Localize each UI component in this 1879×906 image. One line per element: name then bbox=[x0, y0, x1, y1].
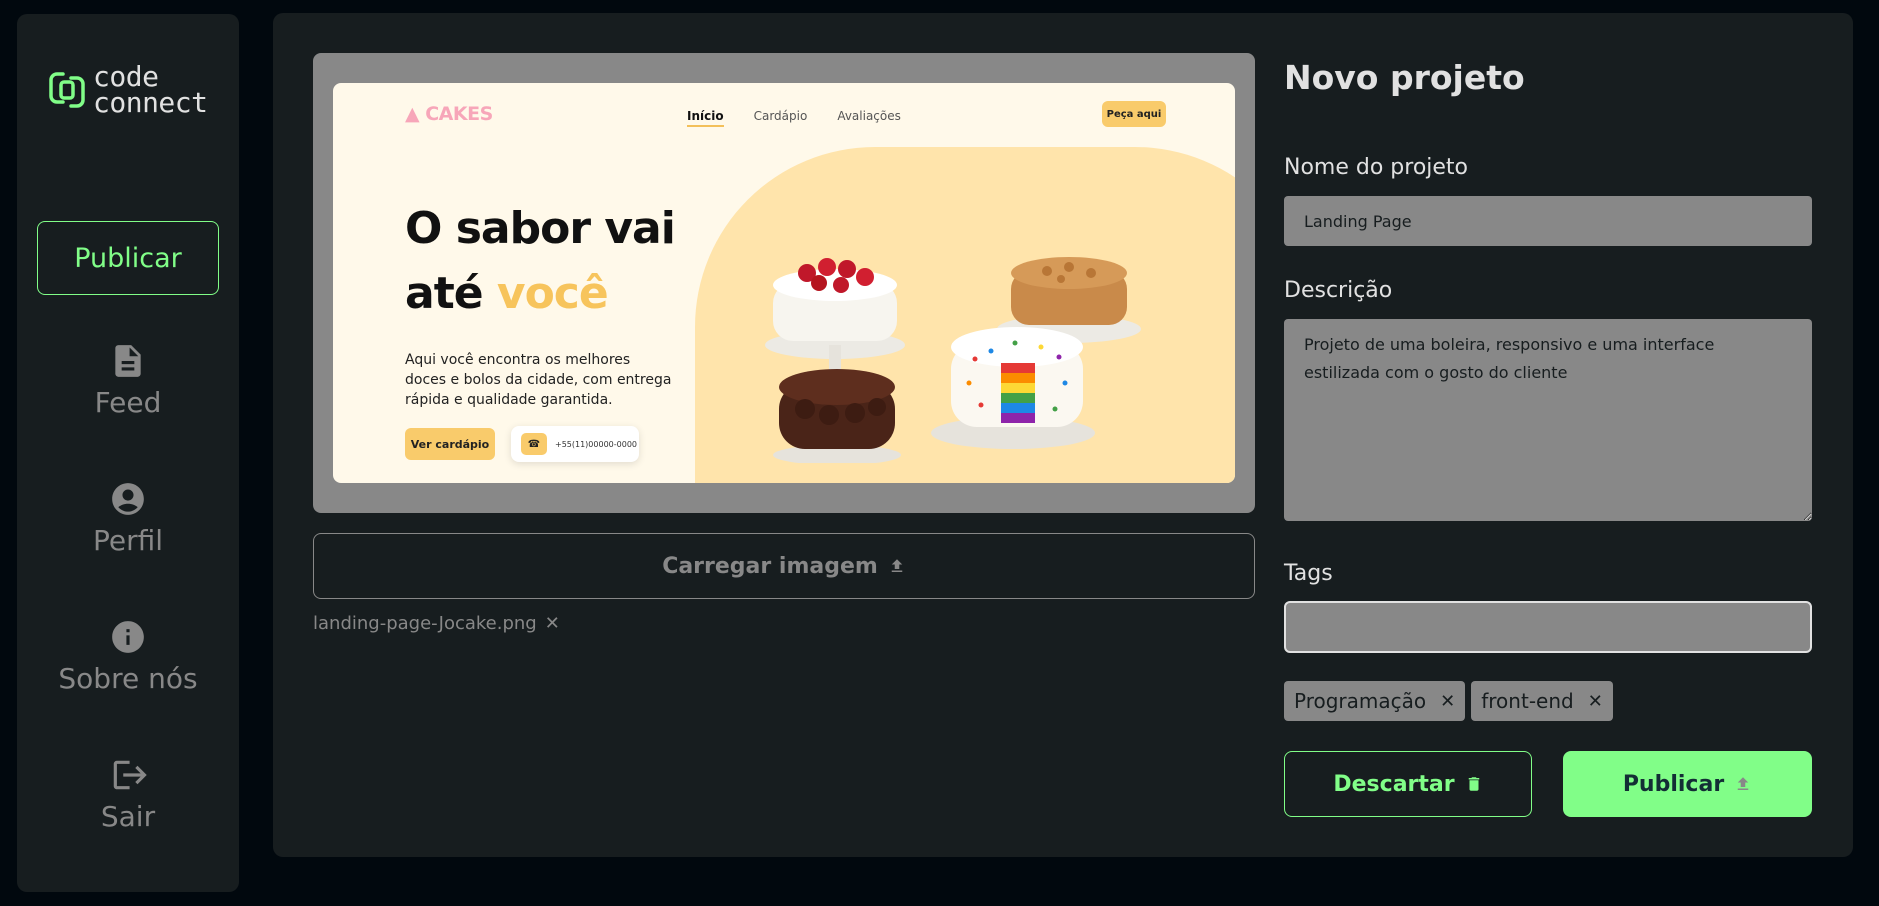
remove-tag-icon[interactable]: ✕ bbox=[1588, 691, 1603, 712]
tag-chip-label: Programação bbox=[1294, 689, 1427, 713]
sidebar: code connect Publicar Feed Perfil Sobre … bbox=[17, 14, 239, 892]
tag-list: Programação ✕ front-end ✕ bbox=[1284, 681, 1613, 721]
project-name-input[interactable] bbox=[1284, 196, 1812, 246]
sidebar-publish-button[interactable]: Publicar bbox=[37, 221, 219, 295]
image-preview: ▲ CAKES Início Cardápio Avaliações Peça … bbox=[313, 53, 1255, 513]
upload-icon bbox=[1737, 777, 1749, 790]
preview-order-button: Peça aqui bbox=[1102, 101, 1166, 127]
sidebar-item-sobre-nos[interactable]: Sobre nós bbox=[17, 618, 239, 695]
upload-image-label: Carregar imagem bbox=[662, 553, 878, 579]
preview-site-logo: ▲ CAKES bbox=[405, 103, 493, 125]
publish-button-label: Publicar bbox=[1622, 771, 1725, 797]
remove-file-icon[interactable]: ✕ bbox=[545, 613, 560, 634]
description-input[interactable]: Projeto de uma boleira, responsivo e uma… bbox=[1284, 319, 1812, 521]
sidebar-item-label: Sobre nós bbox=[58, 662, 198, 695]
tags-input[interactable] bbox=[1284, 601, 1812, 653]
preview-hero-description: Aqui você encontra os melhores doces e b… bbox=[405, 352, 672, 408]
preview-phone-number: +55(11)00000-0000 bbox=[555, 439, 637, 449]
sidebar-item-label: Feed bbox=[94, 386, 162, 419]
preview-menu-button: Ver cardápio bbox=[405, 428, 495, 460]
brand-line2: connect bbox=[93, 86, 208, 119]
preview-hero-line1: O sabor vai bbox=[405, 203, 676, 254]
cakes-illustration bbox=[765, 257, 1141, 463]
preview-phone-button: ☎ +55(11)00000-0000 bbox=[511, 426, 639, 462]
preview-site-logo-text: CAKES bbox=[425, 103, 493, 125]
info-icon bbox=[112, 621, 144, 653]
cake-icon: ▲ bbox=[405, 103, 426, 125]
uploaded-file: landing-page-Jocake.png ✕ bbox=[313, 613, 560, 634]
discard-button-label: Descartar bbox=[1333, 771, 1455, 797]
preview-hero-line2: até você bbox=[405, 268, 609, 319]
page-title: Novo projeto bbox=[1284, 58, 1525, 97]
upload-image-button[interactable]: Carregar imagem bbox=[313, 533, 1255, 599]
tag-chip: Programação ✕ bbox=[1284, 681, 1466, 721]
preview-nav-item: Avaliações bbox=[837, 109, 901, 123]
discard-button[interactable]: Descartar bbox=[1284, 751, 1532, 817]
document-icon bbox=[115, 345, 141, 377]
project-name-label: Nome do projeto bbox=[1284, 155, 1469, 180]
main-panel: ▲ CAKES Início Cardápio Avaliações Peça … bbox=[273, 13, 1853, 857]
sidebar-item-feed[interactable]: Feed bbox=[17, 342, 239, 419]
tag-chip-label: front-end bbox=[1481, 689, 1574, 713]
description-label: Descrição bbox=[1284, 278, 1393, 303]
uploaded-file-name: landing-page-Jocake.png bbox=[313, 613, 537, 634]
preview-nav-item: Início bbox=[687, 109, 724, 127]
trash-icon bbox=[1468, 777, 1479, 791]
sidebar-item-sair[interactable]: Sair bbox=[17, 756, 239, 833]
preview-hero-prefix: até bbox=[405, 268, 497, 319]
sidebar-item-label: Sair bbox=[100, 800, 156, 833]
brand-wordmark: code connect bbox=[93, 63, 208, 119]
preview-nav-item: Cardápio bbox=[753, 109, 808, 123]
remove-tag-icon[interactable]: ✕ bbox=[1440, 691, 1455, 712]
brand-logo[interactable]: code connect bbox=[47, 63, 208, 119]
sidebar-item-perfil[interactable]: Perfil bbox=[17, 480, 239, 557]
account-icon bbox=[112, 483, 144, 515]
preview-nav: Início Cardápio Avaliações bbox=[687, 109, 901, 127]
preview-hero-highlight: você bbox=[496, 268, 609, 319]
upload-icon bbox=[891, 559, 903, 572]
phone-icon: ☎ bbox=[521, 433, 547, 455]
preview-screenshot: ▲ CAKES Início Cardápio Avaliações Peça … bbox=[333, 83, 1235, 483]
sidebar-item-label: Perfil bbox=[92, 524, 164, 557]
tag-chip: front-end ✕ bbox=[1471, 681, 1613, 721]
logo-icon bbox=[49, 72, 85, 108]
publish-button[interactable]: Publicar bbox=[1563, 751, 1812, 817]
logout-icon bbox=[113, 760, 147, 790]
tags-label: Tags bbox=[1284, 561, 1333, 586]
